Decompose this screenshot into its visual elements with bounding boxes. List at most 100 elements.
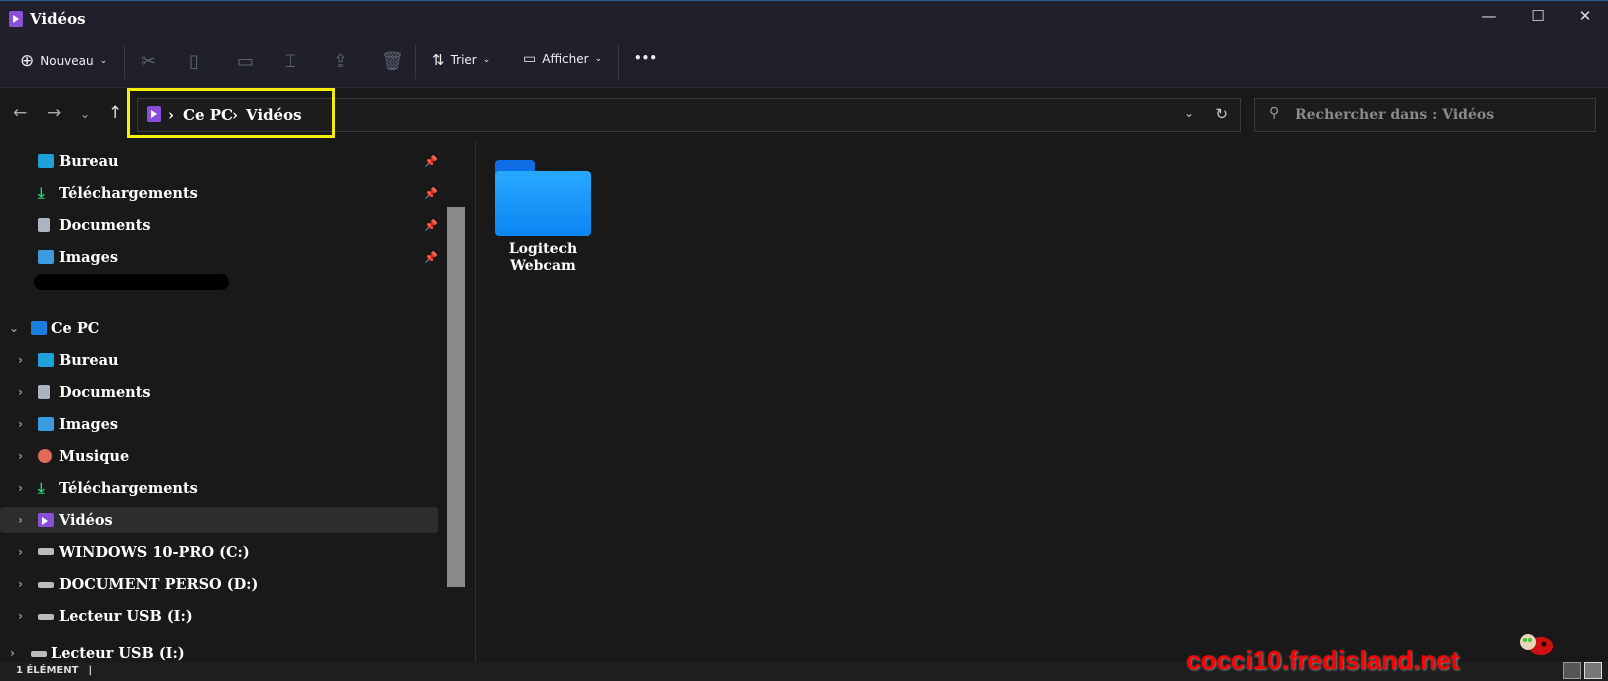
pin-icon: 📌 [424,186,438,200]
chevron-right-icon[interactable]: › [18,577,23,591]
label: WINDOWS 10-PRO (C:) [59,543,250,561]
pictures-icon [38,250,54,264]
label: Téléchargements [59,479,198,497]
chevron-right-icon[interactable]: › [10,646,15,660]
search-placeholder: Rechercher dans : Vidéos [1295,107,1495,123]
label: Vidéos [59,511,113,529]
sidebar-item-usb-i[interactable]: › Lecteur USB (I:) [0,603,438,629]
download-icon: ⤓ [38,184,45,202]
label: Bureau [59,351,119,369]
label: Images [59,248,119,266]
divider [415,45,416,79]
view-button[interactable]: ▭ Afficher ⌄ [523,51,602,67]
maximize-button[interactable]: ☐ [1518,7,1558,25]
sidebar-item-telechargements[interactable]: › ⤓ Téléchargements [0,475,438,501]
chevron-right-icon[interactable]: › [18,353,23,367]
music-icon [38,449,52,463]
pin-icon: 📌 [424,154,438,168]
breadcrumb-separator: › [232,106,238,124]
sort-icon: ⇅ [432,51,445,69]
chevron-down-icon[interactable]: ⌄ [9,321,19,335]
pc-icon [31,321,47,335]
search-input[interactable]: ⚲ Rechercher dans : Vidéos [1254,98,1596,132]
divider [618,45,619,79]
pin-icon: 📌 [424,250,438,264]
copy-icon[interactable]: ▯ [189,51,199,72]
new-button[interactable]: ⊕ Nouveau ⌄ [20,51,107,71]
sidebar-item-drive-d[interactable]: › DOCUMENT PERSO (D:) [0,571,438,597]
up-button[interactable]: ↑ [108,103,122,123]
label: Bureau [59,152,119,170]
videos-icon [38,513,54,527]
chevron-right-icon[interactable]: › [18,609,23,623]
minimize-button[interactable]: — [1469,7,1509,25]
sidebar-item-musique[interactable]: › Musique [0,443,438,469]
desktop-icon [38,353,54,367]
sidebar-item-quick-images[interactable]: Images 📌 [0,244,438,270]
details-view-button[interactable] [1563,662,1581,679]
sidebar-item-bureau[interactable]: › Bureau [0,347,438,373]
sidebar-item-images[interactable]: › Images [0,411,438,437]
sidebar-item-documents[interactable]: › Documents [0,379,438,405]
sidebar-scrollbar[interactable] [447,207,465,587]
search-icon: ⚲ [1269,105,1280,121]
sidebar-item-ce-pc[interactable]: ⌄ Ce PC [0,315,438,341]
label: Lecteur USB (I:) [51,644,185,662]
delete-icon[interactable]: 🗑 [381,51,404,72]
label: Images [59,415,119,433]
chevron-down-icon[interactable]: ⌄ [1184,106,1194,120]
sidebar-item-quick-documents[interactable]: Documents 📌 [0,212,438,238]
documents-icon [38,385,50,399]
chevron-right-icon[interactable]: › [18,385,23,399]
drive-icon [38,548,54,555]
window-title: Vidéos [30,10,86,28]
paste-icon[interactable]: ▭ [237,51,254,72]
refresh-icon[interactable]: ↻ [1215,105,1228,123]
new-label: Nouveau [40,54,94,68]
forward-button[interactable]: → [47,103,61,123]
back-button[interactable]: ← [13,103,27,123]
ladybug-logo [1520,634,1553,655]
videos-icon [9,11,23,27]
chevron-right-icon[interactable]: › [18,481,23,495]
view-icon: ▭ [523,51,537,67]
label: Lecteur USB (I:) [59,607,193,625]
sort-button[interactable]: ⇅ Trier ⌄ [432,51,490,69]
share-icon[interactable]: ⇪ [333,51,348,72]
item-count: 1 ÉLÉMENT [16,665,79,676]
large-icons-view-button[interactable] [1584,662,1602,679]
chevron-down-icon: ⌄ [99,56,108,66]
documents-icon [38,218,50,232]
breadcrumb-separator: › [168,106,174,124]
folder-name: Logitech Webcam [508,241,578,274]
sort-label: Trier [450,53,477,67]
label: DOCUMENT PERSO (D:) [59,575,259,593]
cut-icon[interactable]: ✂ [141,51,156,72]
folder-item[interactable]: Logitech Webcam [493,160,593,275]
desktop-icon [38,154,54,168]
usb-drive-icon [31,651,47,657]
breadcrumb-videos[interactable]: Vidéos [246,106,302,124]
chevron-down-icon: ⌄ [594,54,603,64]
chevron-right-icon[interactable]: › [18,449,23,463]
chevron-right-icon[interactable]: › [18,513,23,527]
watermark: cocci10.fredisland.net [1186,645,1460,675]
sidebar-item-quick-telechargements[interactable]: ⤓ Téléchargements 📌 [0,180,438,206]
pin-icon: 📌 [424,218,438,232]
recent-locations-button[interactable]: ⌄ [80,107,90,121]
close-button[interactable]: ✕ [1565,7,1605,25]
label: Documents [59,383,151,401]
usb-drive-icon [38,614,54,620]
sidebar-item-videos[interactable]: › Vidéos [0,507,438,533]
breadcrumb-ce-pc[interactable]: Ce PC [183,106,233,124]
label: Téléchargements [59,184,198,202]
rename-icon[interactable]: ⌶ [285,51,296,72]
sidebar-item-drive-c[interactable]: › WINDOWS 10-PRO (C:) [0,539,438,565]
sidebar-item-quick-bureau[interactable]: Bureau 📌 [0,148,438,174]
chevron-right-icon[interactable]: › [18,417,23,431]
command-bar: ⊕ Nouveau ⌄ ✂ ▯ ▭ ⌶ ⇪ 🗑 ⇅ Trier ⌄ ▭ Afficher ⌄… [0,37,1608,88]
chevron-right-icon[interactable]: › [18,545,23,559]
view-label: Afficher [542,52,589,66]
drive-icon [38,582,54,588]
more-button[interactable]: ••• [634,51,657,65]
